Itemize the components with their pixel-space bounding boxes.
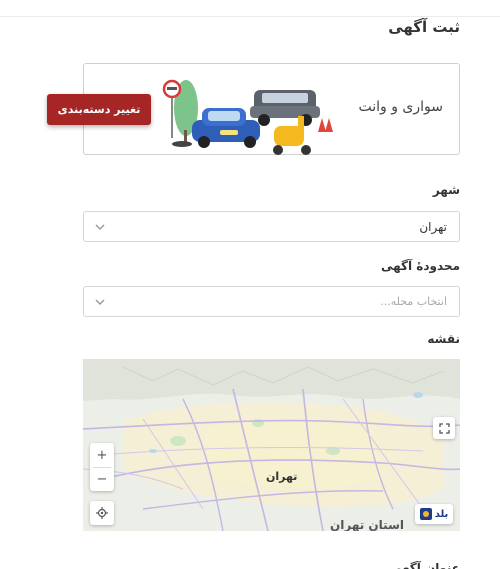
map-brand-text: بلد — [434, 508, 449, 520]
brand-logo-icon — [419, 508, 432, 520]
next-section-label: عنوان آگهی — [389, 561, 460, 569]
zoom-out-button[interactable]: − — [90, 468, 114, 491]
page-title: ثبت آگهی — [388, 18, 460, 36]
chevron-down-icon — [95, 224, 105, 230]
map-tiles — [83, 359, 460, 531]
zoom-controls: + − — [90, 443, 114, 491]
zoom-in-button[interactable]: + — [90, 443, 114, 467]
change-category-button[interactable]: تغییر دسته‌بندی — [47, 94, 151, 125]
fullscreen-button[interactable] — [433, 417, 455, 439]
district-label: محدودهٔ آگهی — [380, 259, 460, 273]
district-placeholder: انتخاب محله... — [380, 295, 447, 308]
map-brand-logo: بلد — [415, 504, 453, 524]
city-select[interactable]: تهران — [83, 211, 460, 242]
chevron-down-icon — [95, 299, 105, 305]
city-label: شهر — [432, 183, 460, 197]
locate-button[interactable] — [90, 501, 114, 525]
map-label: نقشه — [427, 332, 460, 346]
crosshair-icon — [96, 507, 108, 519]
expand-icon — [438, 422, 450, 434]
top-bar — [0, 0, 500, 17]
map-view[interactable]: تهران استان تهران + − بلد — [83, 359, 460, 531]
category-name: سواری و وانت — [358, 99, 443, 115]
vehicles-illustration — [162, 79, 333, 155]
city-value: تهران — [419, 220, 447, 234]
district-select[interactable]: انتخاب محله... — [83, 286, 460, 317]
map-city-label: تهران — [266, 470, 298, 483]
map-province-label: استان تهران — [330, 518, 404, 531]
